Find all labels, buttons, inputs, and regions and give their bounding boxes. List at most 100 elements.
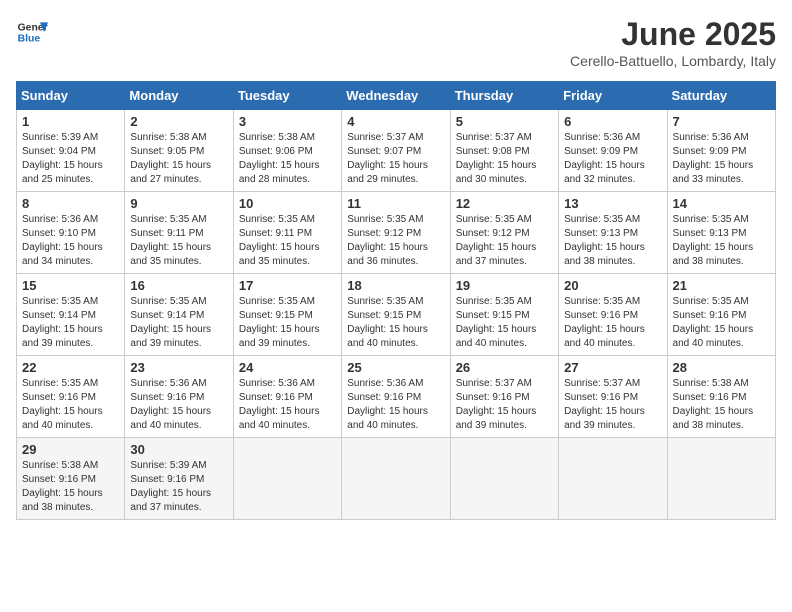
page-header: General Blue June 2025 Cerello-Battuello… [16, 16, 776, 69]
day-number: 25 [347, 360, 444, 375]
day-info: Sunrise: 5:37 AMSunset: 9:08 PMDaylight:… [456, 131, 553, 187]
day-cell: 11 Sunrise: 5:35 AMSunset: 9:12 PMDaylig… [342, 192, 450, 274]
day-info: Sunrise: 5:37 AMSunset: 9:16 PMDaylight:… [564, 377, 661, 433]
day-info: Sunrise: 5:36 AMSunset: 9:10 PMDaylight:… [22, 213, 119, 269]
day-info: Sunrise: 5:36 AMSunset: 9:16 PMDaylight:… [239, 377, 336, 433]
day-number: 5 [456, 114, 553, 129]
day-info: Sunrise: 5:35 AMSunset: 9:14 PMDaylight:… [22, 295, 119, 351]
day-number: 8 [22, 196, 119, 211]
header-sunday: Sunday [17, 82, 125, 110]
day-cell: 28 Sunrise: 5:38 AMSunset: 9:16 PMDaylig… [667, 356, 775, 438]
day-info: Sunrise: 5:35 AMSunset: 9:13 PMDaylight:… [673, 213, 770, 269]
day-info: Sunrise: 5:35 AMSunset: 9:12 PMDaylight:… [456, 213, 553, 269]
day-number: 12 [456, 196, 553, 211]
day-cell: 22 Sunrise: 5:35 AMSunset: 9:16 PMDaylig… [17, 356, 125, 438]
day-number: 16 [130, 278, 227, 293]
day-number: 1 [22, 114, 119, 129]
day-cell: 18 Sunrise: 5:35 AMSunset: 9:15 PMDaylig… [342, 274, 450, 356]
day-cell: 13 Sunrise: 5:35 AMSunset: 9:13 PMDaylig… [559, 192, 667, 274]
day-number: 13 [564, 196, 661, 211]
header-thursday: Thursday [450, 82, 558, 110]
day-number: 28 [673, 360, 770, 375]
day-cell: 17 Sunrise: 5:35 AMSunset: 9:15 PMDaylig… [233, 274, 341, 356]
day-cell: 3 Sunrise: 5:38 AMSunset: 9:06 PMDayligh… [233, 110, 341, 192]
day-number: 26 [456, 360, 553, 375]
day-number: 7 [673, 114, 770, 129]
day-info: Sunrise: 5:35 AMSunset: 9:12 PMDaylight:… [347, 213, 444, 269]
day-info: Sunrise: 5:35 AMSunset: 9:14 PMDaylight:… [130, 295, 227, 351]
header-tuesday: Tuesday [233, 82, 341, 110]
day-info: Sunrise: 5:35 AMSunset: 9:11 PMDaylight:… [239, 213, 336, 269]
header-saturday: Saturday [667, 82, 775, 110]
day-info: Sunrise: 5:36 AMSunset: 9:09 PMDaylight:… [673, 131, 770, 187]
header-friday: Friday [559, 82, 667, 110]
day-number: 19 [456, 278, 553, 293]
day-number: 2 [130, 114, 227, 129]
day-info: Sunrise: 5:36 AMSunset: 9:09 PMDaylight:… [564, 131, 661, 187]
page-subtitle: Cerello-Battuello, Lombardy, Italy [570, 53, 776, 69]
day-number: 24 [239, 360, 336, 375]
day-info: Sunrise: 5:35 AMSunset: 9:15 PMDaylight:… [239, 295, 336, 351]
day-cell: 19 Sunrise: 5:35 AMSunset: 9:15 PMDaylig… [450, 274, 558, 356]
day-cell: 25 Sunrise: 5:36 AMSunset: 9:16 PMDaylig… [342, 356, 450, 438]
week-row-1: 1 Sunrise: 5:39 AMSunset: 9:04 PMDayligh… [17, 110, 776, 192]
day-cell: 9 Sunrise: 5:35 AMSunset: 9:11 PMDayligh… [125, 192, 233, 274]
day-info: Sunrise: 5:35 AMSunset: 9:15 PMDaylight:… [456, 295, 553, 351]
day-info: Sunrise: 5:35 AMSunset: 9:16 PMDaylight:… [22, 377, 119, 433]
day-number: 11 [347, 196, 444, 211]
day-cell [342, 438, 450, 520]
day-cell [559, 438, 667, 520]
day-cell: 4 Sunrise: 5:37 AMSunset: 9:07 PMDayligh… [342, 110, 450, 192]
day-info: Sunrise: 5:38 AMSunset: 9:06 PMDaylight:… [239, 131, 336, 187]
calendar-table: SundayMondayTuesdayWednesdayThursdayFrid… [16, 81, 776, 520]
header-wednesday: Wednesday [342, 82, 450, 110]
day-info: Sunrise: 5:35 AMSunset: 9:16 PMDaylight:… [673, 295, 770, 351]
day-info: Sunrise: 5:36 AMSunset: 9:16 PMDaylight:… [347, 377, 444, 433]
day-cell: 15 Sunrise: 5:35 AMSunset: 9:14 PMDaylig… [17, 274, 125, 356]
day-cell: 24 Sunrise: 5:36 AMSunset: 9:16 PMDaylig… [233, 356, 341, 438]
day-number: 21 [673, 278, 770, 293]
day-number: 22 [22, 360, 119, 375]
day-cell: 21 Sunrise: 5:35 AMSunset: 9:16 PMDaylig… [667, 274, 775, 356]
day-cell: 23 Sunrise: 5:36 AMSunset: 9:16 PMDaylig… [125, 356, 233, 438]
week-row-4: 22 Sunrise: 5:35 AMSunset: 9:16 PMDaylig… [17, 356, 776, 438]
day-number: 14 [673, 196, 770, 211]
day-info: Sunrise: 5:39 AMSunset: 9:16 PMDaylight:… [130, 459, 227, 515]
day-cell: 20 Sunrise: 5:35 AMSunset: 9:16 PMDaylig… [559, 274, 667, 356]
day-number: 23 [130, 360, 227, 375]
day-cell [667, 438, 775, 520]
day-cell: 26 Sunrise: 5:37 AMSunset: 9:16 PMDaylig… [450, 356, 558, 438]
day-cell: 16 Sunrise: 5:35 AMSunset: 9:14 PMDaylig… [125, 274, 233, 356]
day-info: Sunrise: 5:38 AMSunset: 9:16 PMDaylight:… [22, 459, 119, 515]
day-cell: 1 Sunrise: 5:39 AMSunset: 9:04 PMDayligh… [17, 110, 125, 192]
day-cell: 6 Sunrise: 5:36 AMSunset: 9:09 PMDayligh… [559, 110, 667, 192]
logo-icon: General Blue [16, 16, 48, 48]
svg-text:Blue: Blue [18, 34, 41, 45]
day-cell: 7 Sunrise: 5:36 AMSunset: 9:09 PMDayligh… [667, 110, 775, 192]
day-cell: 14 Sunrise: 5:35 AMSunset: 9:13 PMDaylig… [667, 192, 775, 274]
day-cell [450, 438, 558, 520]
day-cell: 12 Sunrise: 5:35 AMSunset: 9:12 PMDaylig… [450, 192, 558, 274]
day-number: 30 [130, 442, 227, 457]
title-area: June 2025 Cerello-Battuello, Lombardy, I… [570, 16, 776, 69]
day-number: 17 [239, 278, 336, 293]
day-info: Sunrise: 5:37 AMSunset: 9:07 PMDaylight:… [347, 131, 444, 187]
day-cell: 30 Sunrise: 5:39 AMSunset: 9:16 PMDaylig… [125, 438, 233, 520]
day-cell: 5 Sunrise: 5:37 AMSunset: 9:08 PMDayligh… [450, 110, 558, 192]
day-cell: 29 Sunrise: 5:38 AMSunset: 9:16 PMDaylig… [17, 438, 125, 520]
day-info: Sunrise: 5:38 AMSunset: 9:16 PMDaylight:… [673, 377, 770, 433]
day-cell: 27 Sunrise: 5:37 AMSunset: 9:16 PMDaylig… [559, 356, 667, 438]
day-number: 4 [347, 114, 444, 129]
day-info: Sunrise: 5:35 AMSunset: 9:15 PMDaylight:… [347, 295, 444, 351]
header-monday: Monday [125, 82, 233, 110]
day-number: 20 [564, 278, 661, 293]
day-cell [233, 438, 341, 520]
page-title: June 2025 [570, 16, 776, 53]
day-cell: 8 Sunrise: 5:36 AMSunset: 9:10 PMDayligh… [17, 192, 125, 274]
day-cell: 2 Sunrise: 5:38 AMSunset: 9:05 PMDayligh… [125, 110, 233, 192]
week-row-2: 8 Sunrise: 5:36 AMSunset: 9:10 PMDayligh… [17, 192, 776, 274]
day-cell: 10 Sunrise: 5:35 AMSunset: 9:11 PMDaylig… [233, 192, 341, 274]
day-info: Sunrise: 5:35 AMSunset: 9:11 PMDaylight:… [130, 213, 227, 269]
day-info: Sunrise: 5:38 AMSunset: 9:05 PMDaylight:… [130, 131, 227, 187]
day-info: Sunrise: 5:35 AMSunset: 9:13 PMDaylight:… [564, 213, 661, 269]
